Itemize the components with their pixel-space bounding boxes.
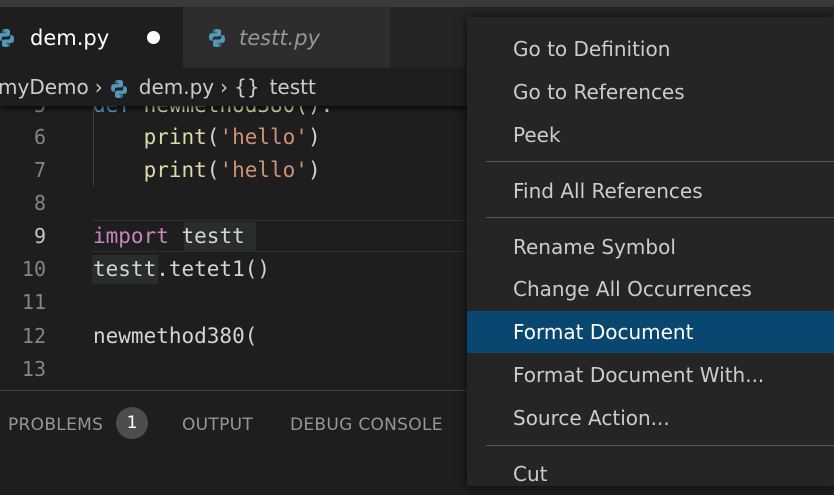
menu-item-rename-symbol[interactable]: Rename Symbol [467, 226, 834, 268]
python-file-icon [109, 75, 129, 99]
menu-item-go-to-references[interactable]: Go to References [467, 71, 834, 113]
code-text: import testt [93, 224, 245, 248]
code-text: def newmethod380(): [93, 106, 333, 122]
menu-separator [486, 161, 834, 162]
code-text: testt.tetet1() [93, 257, 271, 281]
menu-item-format-document-with[interactable]: Format Document With... [467, 354, 834, 396]
menu-item-peek[interactable]: Peek [467, 114, 834, 156]
line-number: 6 [33, 125, 46, 149]
chevron-right-icon: › [220, 75, 229, 99]
menu-item-format-document[interactable]: Format Document [467, 311, 834, 353]
menu-item-change-all-occurrences[interactable]: Change All Occurrences [467, 268, 834, 310]
line-number: 5 [0, 106, 46, 122]
problems-count-badge: 1 [116, 407, 148, 439]
python-file-icon [207, 27, 227, 48]
menu-item-source-action[interactable]: Source Action... [467, 397, 834, 439]
menu-item-go-to-definition[interactable]: Go to Definition [467, 28, 834, 70]
tab-label: dem.py [30, 25, 110, 50]
breadcrumb-file[interactable]: dem.py [139, 75, 214, 99]
line-number: 13 [21, 357, 46, 381]
context-menu: Go to Definition Go to References Peek F… [467, 17, 834, 486]
line-number: 7 [33, 158, 46, 182]
code-text: newmethod380( [93, 324, 258, 348]
tab-label: testt.py [239, 25, 320, 50]
line-number: 12 [21, 324, 46, 348]
module-symbol-icon: {} [234, 75, 260, 99]
unsaved-dot-icon[interactable] [147, 31, 160, 44]
tab-output[interactable]: OUTPUT [182, 415, 253, 435]
breadcrumb-symbol[interactable]: testt [270, 75, 316, 99]
code-text: print('hello') [143, 125, 321, 149]
menu-item-find-all-references[interactable]: Find All References [467, 170, 834, 212]
code-text: print('hello') [143, 158, 321, 182]
tab-problems[interactable]: PROBLEMS [8, 415, 103, 435]
menu-item-cut[interactable]: Cut [467, 453, 834, 495]
tab-debug-console[interactable]: DEBUG CONSOLE [290, 415, 443, 435]
line-number: 9 [33, 224, 46, 248]
menu-separator [486, 445, 834, 446]
python-file-icon [0, 27, 16, 48]
menu-separator [486, 217, 834, 218]
title-bar-strip [0, 0, 834, 7]
tab-testt-py[interactable]: testt.py [183, 7, 390, 68]
line-number: 11 [21, 290, 46, 314]
breadcrumb-folder[interactable]: myDemo [0, 75, 89, 99]
line-number: 8 [33, 191, 46, 215]
line-number: 10 [21, 257, 46, 281]
tab-dem-py[interactable]: dem.py [0, 7, 183, 68]
chevron-right-icon: › [94, 75, 103, 99]
